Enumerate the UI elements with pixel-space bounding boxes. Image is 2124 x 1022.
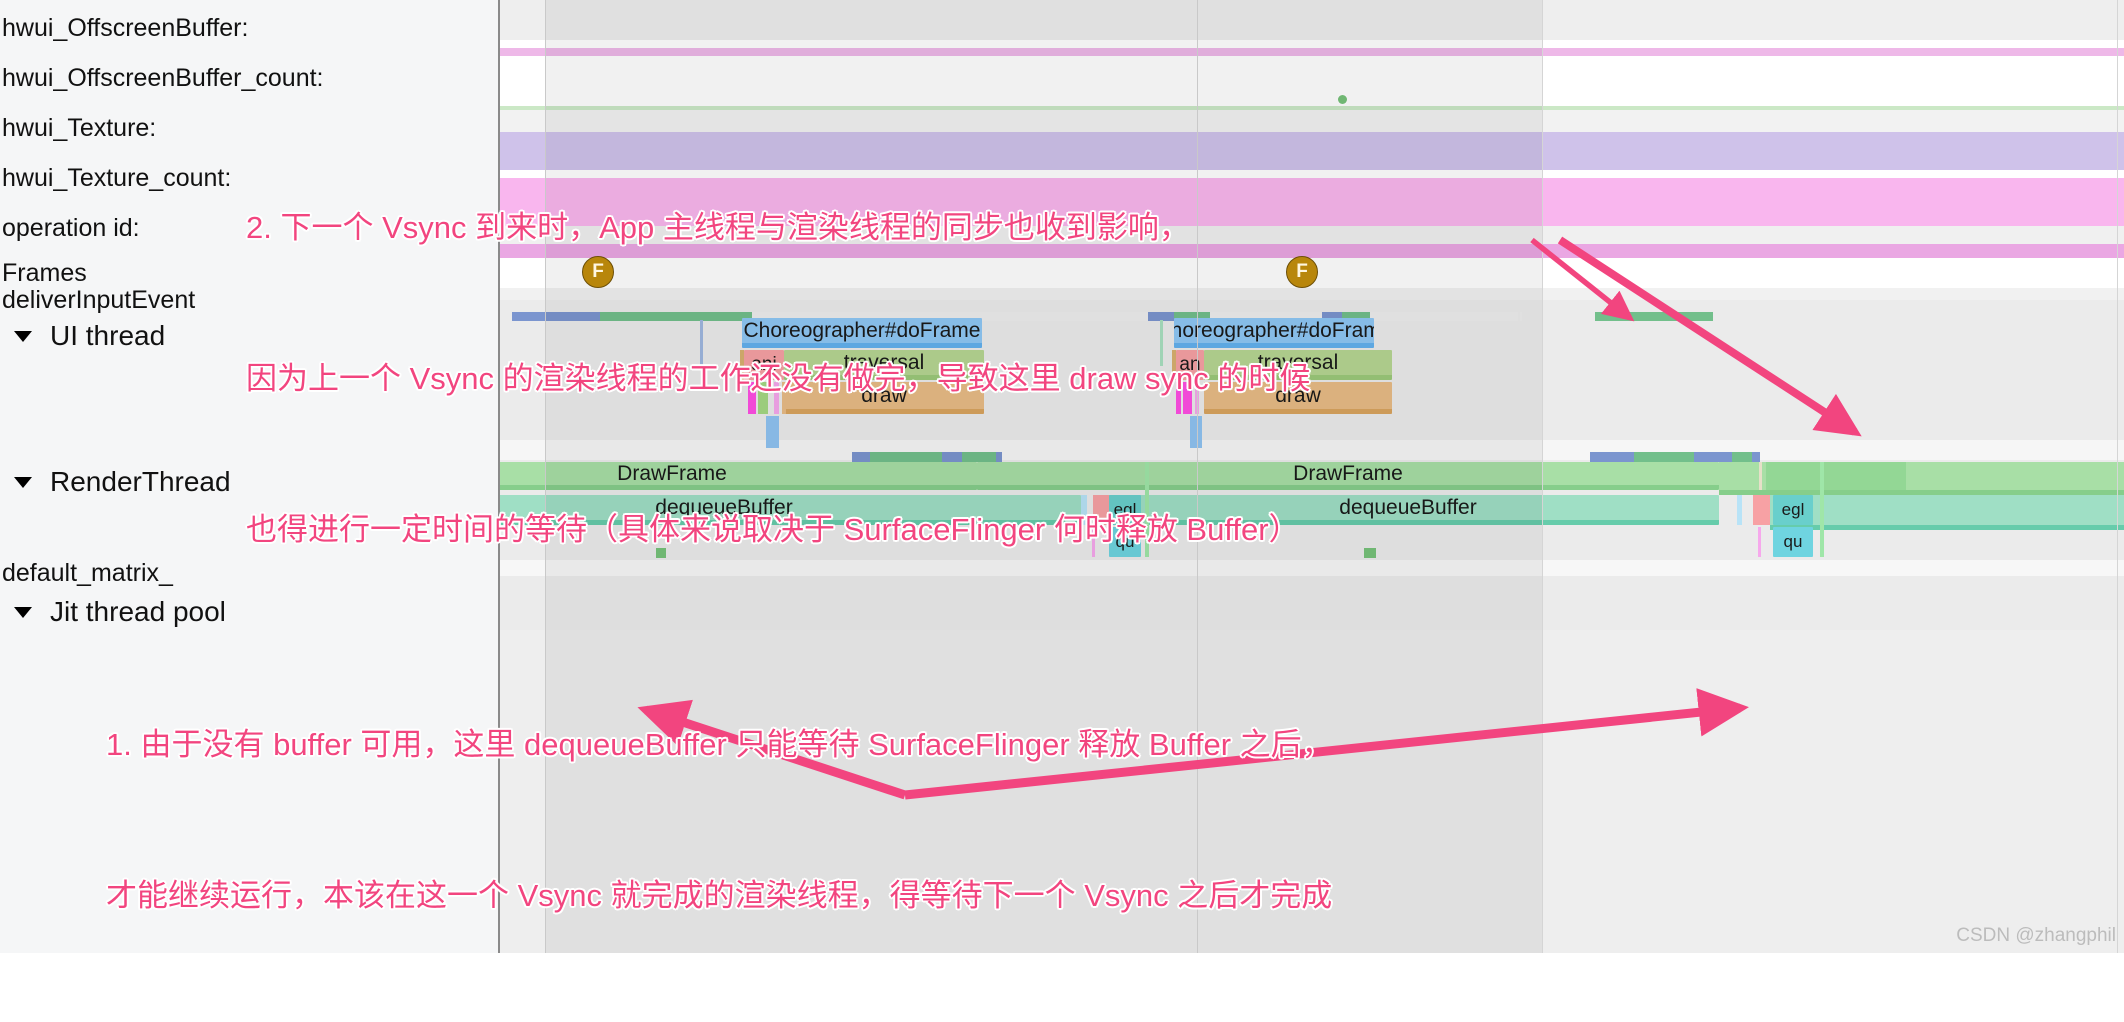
- track-label-text: hwui_Texture:: [2, 115, 156, 142]
- track-label-text: deliverInputEvent: [2, 287, 195, 314]
- row-band: [500, 0, 2124, 40]
- vsync-gridline: [1542, 0, 1543, 953]
- cpu-state-strip: [1520, 312, 1522, 321]
- cpu-state-strip: [1752, 452, 1760, 462]
- slice-gap-tick: [1737, 495, 1742, 525]
- track-label-text: RenderThread: [50, 467, 231, 497]
- track-label-text: UI thread: [50, 321, 165, 351]
- row-band: [500, 48, 2124, 56]
- track-label-text: hwui_OffscreenBuffer:: [2, 15, 248, 42]
- slice-drawframe-divider: [1759, 462, 1762, 490]
- slice-label: egl: [1782, 500, 1805, 520]
- chevron-down-icon[interactable]: [14, 607, 32, 618]
- cpu-state-strip: [1595, 312, 1713, 321]
- track-label-text: hwui_OffscreenBuffer_count:: [2, 65, 324, 92]
- counter-mark: [1364, 548, 1376, 558]
- slice-qu-2[interactable]: qu: [1773, 527, 1813, 557]
- slice-thin-marker: [1820, 462, 1824, 557]
- annotation-line: 才能继续运行，本该在这一个 Vsync 就完成的渲染线程，得等待下一个 Vsyn…: [106, 871, 1333, 921]
- track-label-text: operation id:: [2, 215, 140, 242]
- annotation-note-1: 1. 由于没有 buffer 可用，这里 dequeueBuffer 只能等待 …: [106, 620, 1333, 1022]
- annotation-line: 2. 下一个 Vsync 到来时，App 主线程与渲染线程的同步也收到影响，: [246, 203, 1310, 253]
- slice-egl-2[interactable]: egl: [1773, 495, 1813, 525]
- track-label-text: Frames: [2, 260, 87, 287]
- slice-label: dequeueBuffer: [1339, 496, 1476, 520]
- annotation-note-2: 2. 下一个 Vsync 到来时，App 主线程与渲染线程的同步也收到影响， 因…: [246, 103, 1310, 655]
- slice-drawframe-segment: [1766, 462, 1906, 490]
- cpu-state-strip: [1694, 452, 1732, 462]
- vsync-gridline: [2117, 0, 2118, 953]
- track-label-text: hwui_Texture_count:: [2, 165, 231, 192]
- row-band: [500, 40, 2124, 48]
- slice-prepare: [1753, 495, 1770, 525]
- track-label-text: default_matrix_: [2, 560, 173, 587]
- watermark: CSDN @zhangphil: [1956, 925, 2116, 947]
- chevron-down-icon[interactable]: [14, 331, 32, 342]
- track-label-hwui-offscreenbuffer[interactable]: hwui_OffscreenBuffer:: [0, 6, 498, 50]
- annotation-line: 也得进行一定时间的等待（具体来说取决于 SurfaceFlinger 何时释放 …: [246, 505, 1310, 555]
- cpu-state-strip: [1732, 452, 1752, 462]
- slice-thin-marker: [1813, 495, 1818, 525]
- annotation-line: 因为上一个 Vsync 的渲染线程的工作还没有做完，导致这里 draw sync…: [246, 354, 1310, 404]
- counter-dot: [1338, 95, 1347, 104]
- cpu-state-strip: [1590, 452, 1634, 462]
- track-label-hwui-offscreenbuffer-count[interactable]: hwui_OffscreenBuffer_count:: [0, 56, 498, 100]
- slice-label: qu: [1784, 532, 1803, 552]
- row-band: [500, 56, 2124, 100]
- annotation-line: 1. 由于没有 buffer 可用，这里 dequeueBuffer 只能等待 …: [106, 720, 1333, 770]
- cpu-state-strip: [1634, 452, 1694, 462]
- chevron-down-icon[interactable]: [14, 477, 32, 488]
- slice-thin-marker: [1758, 527, 1761, 557]
